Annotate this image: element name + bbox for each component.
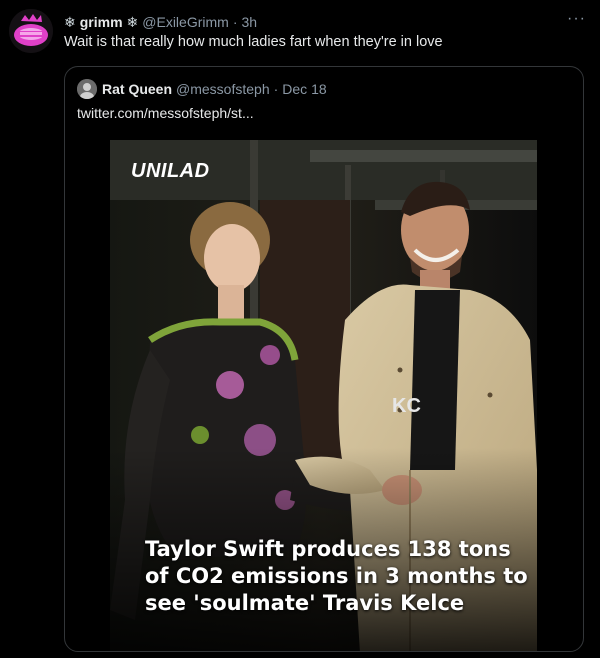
quoted-tweet-header: Rat Queen @messofsteph · Dec 18 xyxy=(77,79,327,99)
tweet-text: Wait is that really how much ladies fart… xyxy=(64,34,443,50)
author-handle[interactable]: @ExileGrimm xyxy=(142,14,229,30)
quoted-date[interactable]: Dec 18 xyxy=(282,81,326,97)
quoted-display-name[interactable]: Rat Queen xyxy=(102,81,172,97)
caption-line: see 'soulmate' Travis Kelce xyxy=(145,591,465,615)
snowflake-icon: ❄ xyxy=(64,14,76,30)
quoted-media-image[interactable]: KC UNILAD Taylor Swift produces 138 tons… xyxy=(110,140,537,651)
separator-dot: · xyxy=(273,81,279,97)
image-caption: Taylor Swift produces 138 tons of CO2 em… xyxy=(145,536,528,617)
pink-avatar-icon xyxy=(9,9,53,53)
quoted-handle[interactable]: @messofsteph xyxy=(176,81,270,97)
separator-dot: · xyxy=(232,14,238,30)
tweet-header: ❄ grimm ❄ @ExileGrimm · 3h xyxy=(64,12,570,32)
caption-line: Taylor Swift produces 138 tons xyxy=(145,537,511,561)
caption-line: of CO2 emissions in 3 months to xyxy=(145,564,528,588)
unilad-logo: UNILAD xyxy=(131,160,210,182)
quoted-link[interactable]: twitter.com/messofsteph/st... xyxy=(77,105,254,121)
shirt-logo-text: KC xyxy=(392,395,421,417)
user-avatar-icon[interactable] xyxy=(77,79,97,99)
quoted-tweet[interactable]: Rat Queen @messofsteph · Dec 18 twitter.… xyxy=(64,66,584,652)
more-options-icon[interactable]: ··· xyxy=(567,10,586,28)
author-avatar[interactable] xyxy=(9,9,53,53)
author-display-name[interactable]: grimm xyxy=(80,14,123,30)
snowflake-icon: ❄ xyxy=(126,14,139,30)
tweet-timestamp[interactable]: 3h xyxy=(241,14,257,30)
